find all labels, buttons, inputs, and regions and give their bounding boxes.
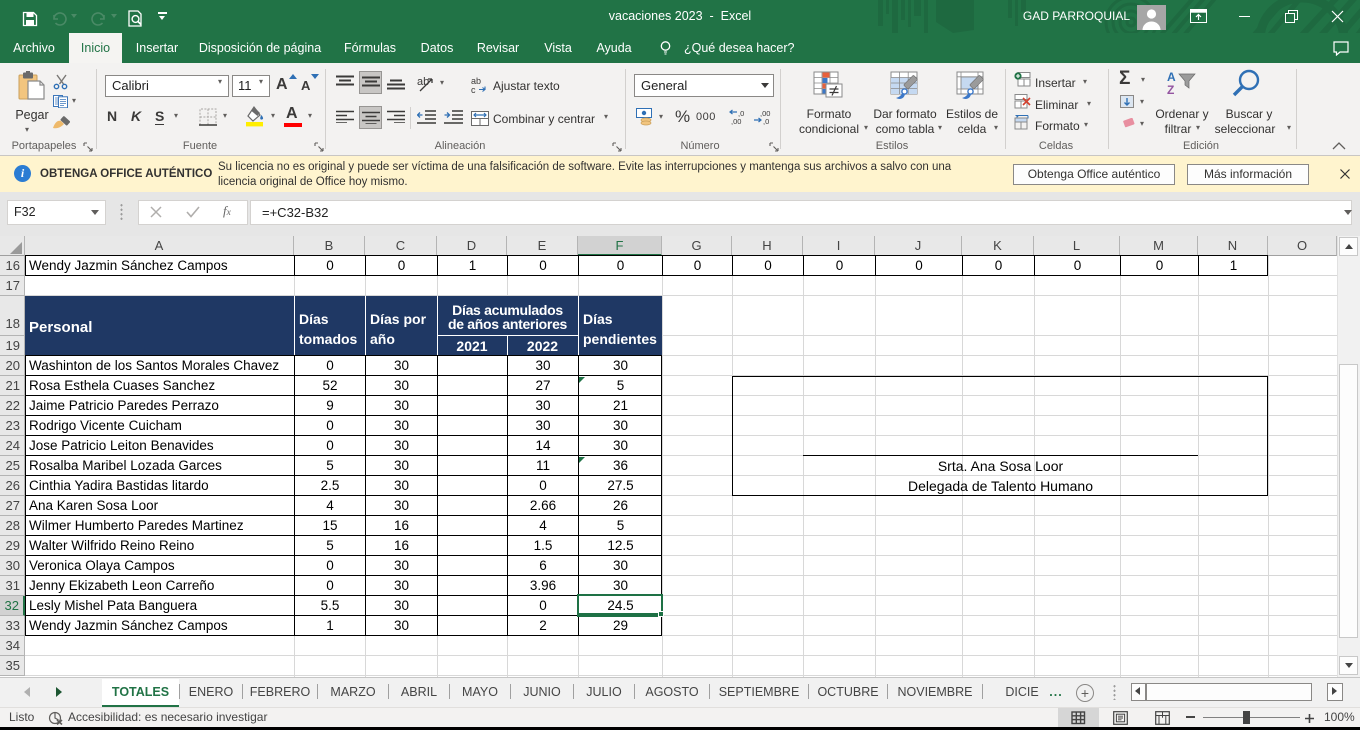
svg-text:c: c (471, 85, 476, 94)
svg-text:ab: ab (417, 76, 429, 88)
svg-text:,0: ,0 (763, 117, 769, 126)
svg-text:A: A (1167, 70, 1176, 84)
svg-text:Z: Z (1167, 83, 1174, 97)
svg-text:,00: ,00 (731, 117, 741, 126)
